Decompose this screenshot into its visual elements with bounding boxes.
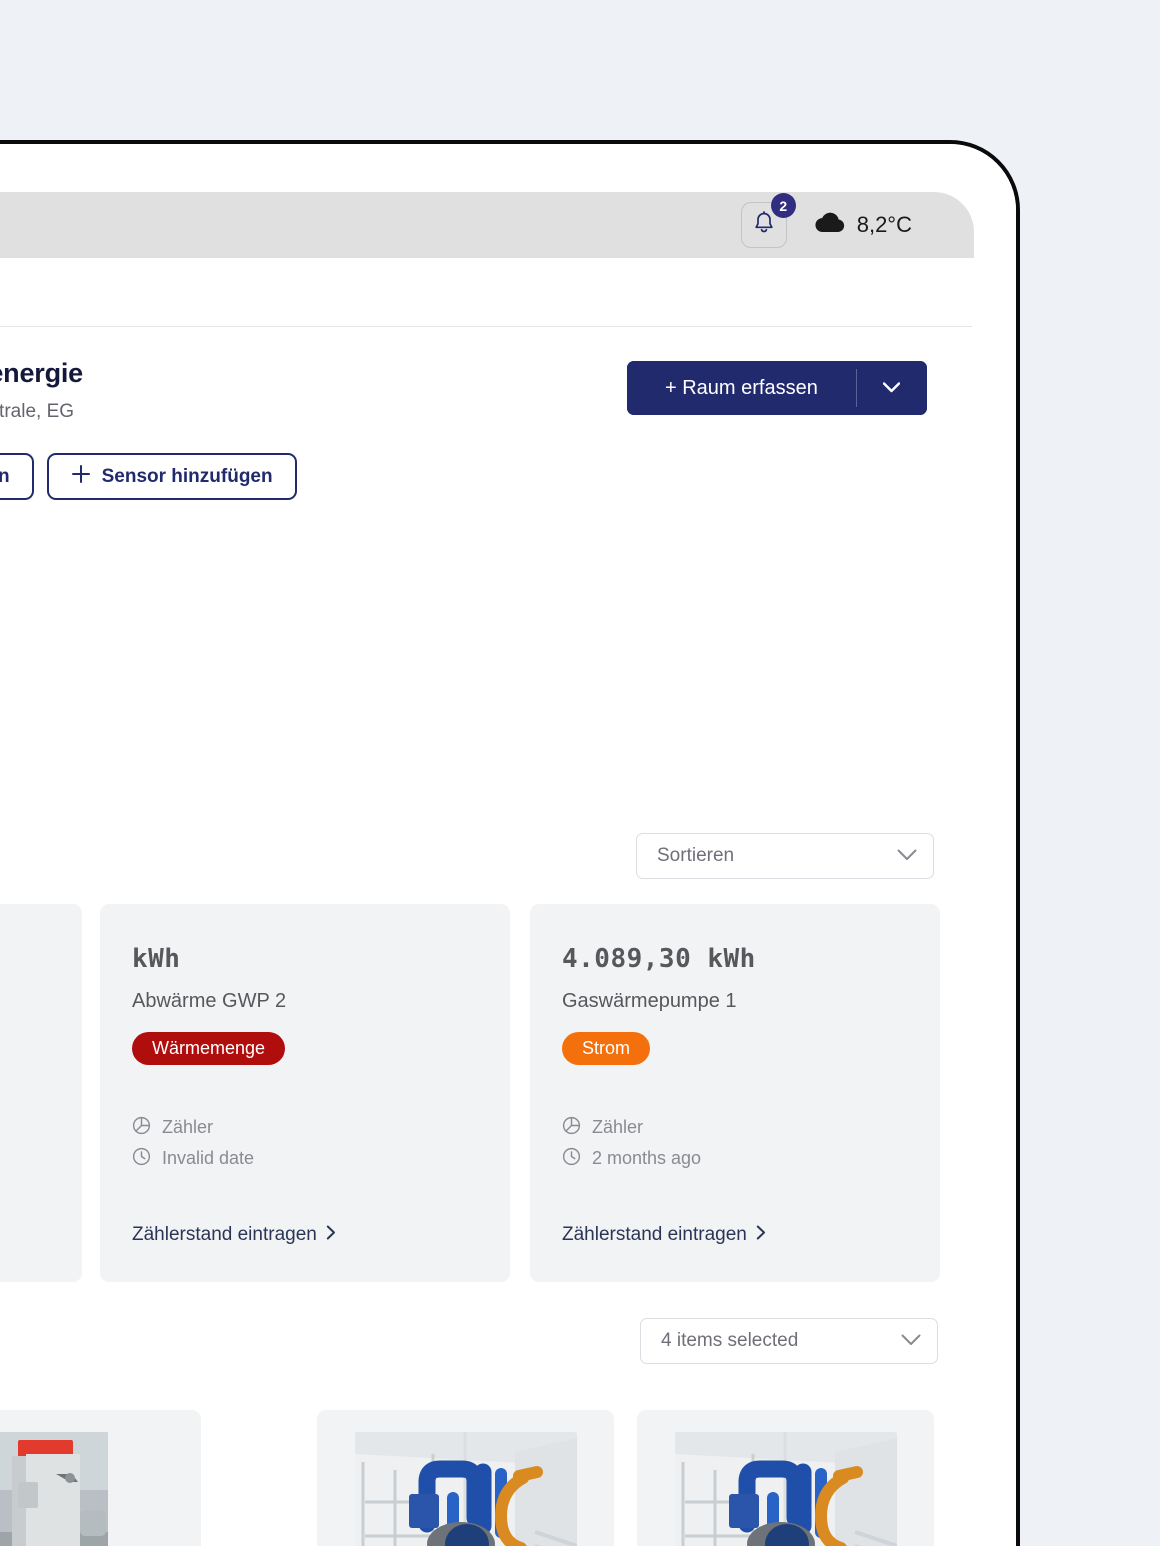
notification-count-badge: 2 [770,193,796,218]
enter-reading-link[interactable]: Zählerstand eintragen [132,1224,336,1246]
meter-value: kWh [132,944,181,974]
meter-meta: Zähler 2 months ago [562,1112,701,1174]
chevron-down-icon [883,381,901,396]
heatpump-room-photo [674,1432,897,1546]
status-badge: Wärmemenge [132,1032,286,1065]
cloud-icon [815,212,845,239]
meter-name: Gaswärmepumpe 1 [562,990,737,1012]
gauge-icon [132,1116,151,1140]
add-sensor-label: Sensor hinzufügen [101,465,273,487]
sort-select-value: Sortieren [657,845,735,866]
temperature-value: 8,2°C [856,212,912,237]
add-sensor-button[interactable]: Sensor hinzufügen [46,453,297,500]
meter-card[interactable]: kWh Abwärme GWP 2 Wärmemenge Zähler Inva… [100,904,510,1282]
enter-reading-label: Zählerstand eintragen [132,1224,317,1245]
content-area: Primärenergie Technikzentrale, EG + Raum… [0,258,974,1546]
items-selected-select[interactable]: 4 items selected [640,1318,938,1364]
items-selected-value: 4 items selected [661,1330,799,1351]
enter-reading-link[interactable]: Zählerstand eintragen [562,1224,766,1246]
meter-type-label: Zähler [592,1117,644,1137]
notification-area: 2 [740,193,796,248]
gauge-icon [562,1116,581,1140]
chevron-down-icon [897,845,917,867]
page-subtitle: Technikzentrale, EG [0,401,75,422]
meter-time-row: 2 months ago [562,1143,701,1174]
meter-time-label: 2 months ago [592,1148,702,1168]
meter-type-row: Zähler [562,1112,701,1143]
clock-icon [562,1147,581,1171]
meter-card[interactable] [0,904,82,1282]
boiler-photo [0,1432,108,1546]
add-room-button[interactable]: + Raum erfassen [627,361,856,415]
meter-meta: Zähler Invalid date [132,1112,254,1174]
meter-value: 4.089,30 kWh [562,944,756,974]
meter-card[interactable]: 4.089,30 kWh Gaswärmepumpe 1 Strom Zähle… [530,904,940,1282]
plus-icon [71,464,91,490]
bell-icon [753,210,775,240]
meter-name: Abwärme GWP 2 [132,990,287,1012]
header-divider [0,326,972,327]
product-card[interactable]: Gaswärmepumpe 2 - Wärmepumpe [637,1410,934,1546]
meter-time-label: Invalid date [162,1148,255,1168]
chevron-right-icon [326,1224,336,1246]
meter-time-row: Invalid date [132,1143,254,1174]
topbar: 2 8,2°C [0,192,974,258]
device-frame: 2 8,2°C Primärenergie Technikzentrale, E… [0,140,1020,1546]
product-card[interactable]: Gaswärmepumpe 1 - Wärmepumpe [317,1410,614,1546]
add-meter-label: Zähler hinzufügen [0,466,10,488]
add-meter-button[interactable]: Zähler hinzufügen [0,453,34,500]
chevron-right-icon [756,1224,766,1246]
primary-action-split-button: + Raum erfassen [627,361,927,415]
add-room-dropdown-toggle[interactable] [856,361,927,415]
chevron-down-icon [901,1330,921,1352]
clock-icon [132,1147,151,1171]
sort-select[interactable]: Sortieren [636,833,934,879]
title-block: Primärenergie Technikzentrale, EG [0,358,83,423]
enter-reading-label: Zählerstand eintragen [562,1224,747,1245]
weather-indicator: 8,2°C [815,212,912,239]
status-badge: Strom [562,1032,651,1065]
secondary-actions: Zähler hinzufügen Sensor hinzufügen [0,453,297,500]
meter-type-label: Zähler [162,1117,214,1137]
app-screen: 2 8,2°C Primärenergie Technikzentrale, E… [0,144,1016,1546]
heatpump-room-photo [354,1432,577,1546]
product-card[interactable]: VITOCROSSAL 300 CT3B - Vitocrossal - Gas… [0,1410,201,1546]
meter-type-row: Zähler [132,1112,254,1143]
page-title: Primärenergie [0,358,83,388]
